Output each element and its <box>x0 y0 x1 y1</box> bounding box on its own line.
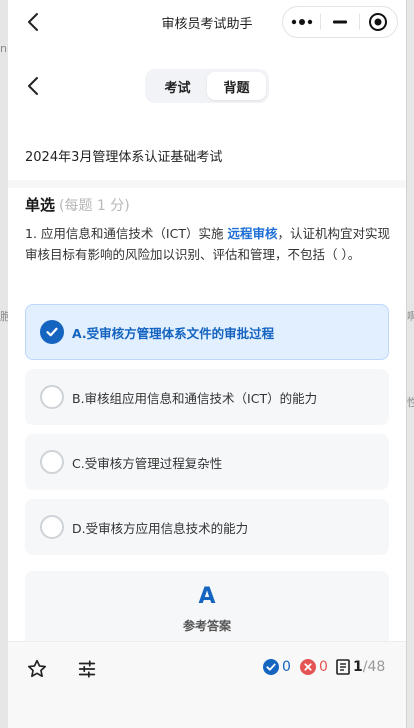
answer-sheet-icon <box>336 659 350 675</box>
minimize-icon <box>332 20 347 24</box>
option-label: D.受审核方应用信息技术的能力 <box>72 520 249 536</box>
answer-letter: A <box>198 584 216 609</box>
check-icon <box>46 327 58 337</box>
question-text: 1. 应用信息和通信技术（ICT）实施 远程审核，认证机构宜对实现审核目标有影响… <box>25 223 391 265</box>
question-type: 单选 (每题 1 分) <box>25 194 130 215</box>
question-type-label: 单选 <box>25 196 56 214</box>
star-icon[interactable] <box>26 658 48 680</box>
capsule-menu <box>282 6 398 38</box>
answer-sheet-button[interactable]: 1/48 <box>336 659 385 675</box>
wrong-icon <box>300 659 316 675</box>
option-b[interactable]: B.审核组应用信息和通信技术（ICT）的能力 <box>25 369 389 425</box>
option-label: B.审核组应用信息和通信技术（ICT）的能力 <box>72 390 318 406</box>
background-window-right: 啊 性 <box>406 0 414 728</box>
score-note: (每题 1 分) <box>59 198 130 214</box>
close-button[interactable] <box>360 7 397 37</box>
close-target-icon <box>369 13 388 31</box>
option-a[interactable]: A.受审核方管理体系文件的审批过程 <box>25 304 389 360</box>
question-text-start: 1. 应用信息和通信技术（ICT）实施 <box>25 226 228 241</box>
current-question-number: 1 <box>353 659 363 675</box>
correct-icon <box>263 659 279 675</box>
settings-sliders-icon[interactable] <box>76 658 98 680</box>
back-icon[interactable] <box>22 74 46 98</box>
option-label: C.受审核方管理过程复杂性 <box>72 455 223 471</box>
tab-exam[interactable]: 考试 <box>148 72 207 100</box>
option-radio <box>40 450 64 474</box>
correct-stat: 0 <box>263 659 291 675</box>
mini-program-window: 审核员考试助手 考试 背题 2024年3月管理体系认证基础考试 单选 (每题 1… <box>8 0 406 728</box>
mode-switch: 考试 背题 <box>145 69 269 103</box>
option-radio <box>40 515 64 539</box>
correct-count: 0 <box>282 659 291 675</box>
option-c[interactable]: C.受审核方管理过程复杂性 <box>25 434 389 490</box>
background-text-fragment: 性 <box>407 396 414 409</box>
question-highlight: 远程审核 <box>227 226 278 241</box>
more-button[interactable] <box>283 7 320 37</box>
total-question-count: /48 <box>362 659 386 675</box>
page-header: 考试 背题 <box>8 60 406 112</box>
minimize-button[interactable] <box>321 7 358 37</box>
wrong-count: 0 <box>319 659 328 675</box>
option-radio <box>40 385 64 409</box>
answer-label: 参考答案 <box>182 619 231 633</box>
option-radio <box>40 320 64 344</box>
tab-memorize[interactable]: 背题 <box>207 72 266 100</box>
section-divider <box>8 180 406 188</box>
mini-program-title-bar: 审核员考试助手 <box>8 0 406 44</box>
wrong-stat: 0 <box>300 659 328 675</box>
bottom-toolbar: 0 0 1/48 <box>8 641 406 728</box>
background-text-fragment: 啊 <box>407 310 414 323</box>
option-label: A.受审核方管理体系文件的审批过程 <box>72 325 275 341</box>
option-d[interactable]: D.受审核方应用信息技术的能力 <box>25 499 389 555</box>
exam-title: 2024年3月管理体系认证基础考试 <box>25 150 223 165</box>
more-dots-icon <box>291 19 312 25</box>
